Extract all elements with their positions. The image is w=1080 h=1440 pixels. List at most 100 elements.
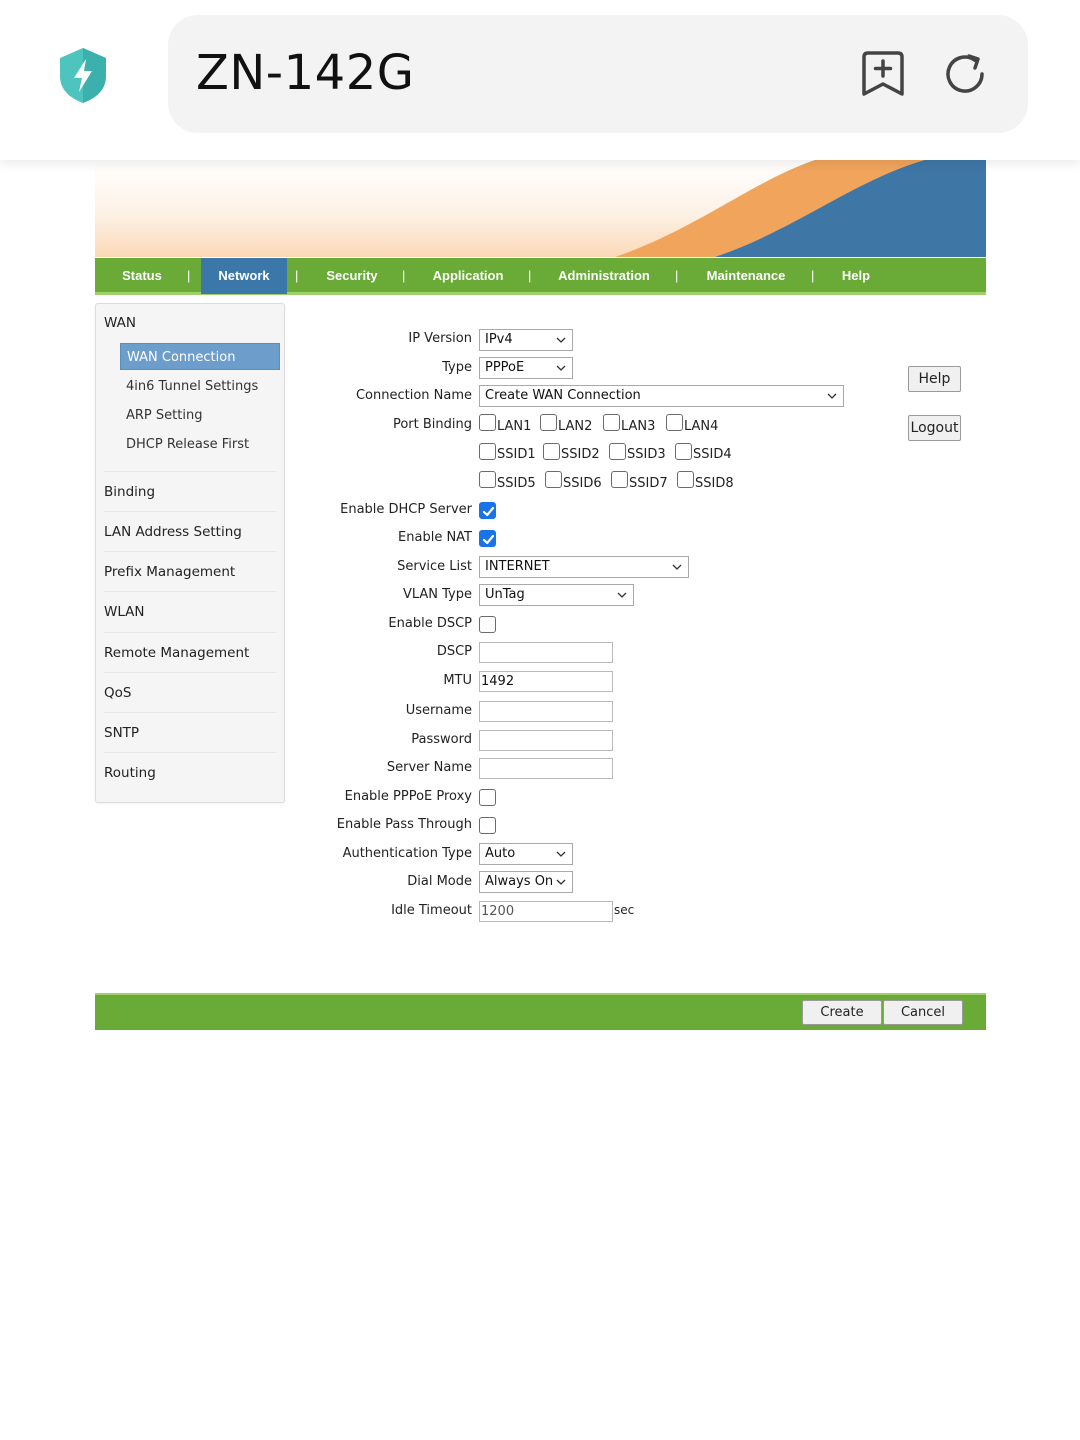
service-list-select[interactable]: INTERNET (479, 556, 689, 578)
enable-dhcp-server-checkbox[interactable] (479, 502, 496, 519)
port-lan3-label: LAN3 (621, 419, 656, 434)
port-ssid4-checkbox[interactable] (675, 443, 692, 460)
connection-name-value: Create WAN Connection (485, 388, 641, 403)
bookmark-add-icon[interactable] (860, 49, 906, 99)
checkmark-icon (482, 534, 495, 545)
nav-help[interactable]: Help (835, 258, 877, 294)
sidebar-divider (104, 471, 276, 472)
idle-timeout-label: Idle Timeout (391, 903, 472, 918)
sidebar-divider (104, 752, 276, 753)
port-ssid7-label: SSID7 (629, 476, 668, 491)
port-ssid4-label: SSID4 (693, 447, 732, 462)
auth-type-select[interactable]: Auto (479, 843, 573, 865)
sidebar: WAN WAN Connection 4in6 Tunnel Settings … (95, 303, 285, 803)
browser-toolbar: ZN-142G (0, 0, 1080, 160)
port-ssid8-checkbox[interactable] (677, 471, 694, 488)
enable-nat-label: Enable NAT (398, 530, 472, 545)
password-input[interactable] (479, 730, 613, 751)
ip-version-value: IPv4 (485, 332, 513, 347)
dial-mode-select[interactable]: Always On (479, 871, 573, 893)
port-ssid3-checkbox[interactable] (609, 443, 626, 460)
dial-mode-value: Always On (485, 874, 554, 889)
sidebar-qos[interactable]: QoS (104, 685, 131, 701)
sidebar-item-4in6-tunnel[interactable]: 4in6 Tunnel Settings (126, 379, 258, 394)
sidebar-sntp[interactable]: SNTP (104, 725, 139, 741)
enable-pass-through-label: Enable Pass Through (336, 817, 472, 832)
router-banner (95, 160, 986, 257)
help-button[interactable]: Help (908, 366, 961, 392)
type-select[interactable]: PPPoE (479, 357, 573, 379)
idle-timeout-input[interactable]: 1200 (479, 901, 613, 922)
port-ssid6-checkbox[interactable] (545, 471, 562, 488)
port-ssid8-label: SSID8 (695, 476, 734, 491)
sidebar-wlan[interactable]: WLAN (104, 604, 145, 620)
sidebar-routing[interactable]: Routing (104, 765, 156, 781)
mtu-input[interactable]: 1492 (479, 671, 613, 692)
sidebar-divider (104, 511, 276, 512)
port-lan1-checkbox[interactable] (479, 414, 496, 431)
url-title[interactable]: ZN-142G (196, 45, 414, 101)
sidebar-remote-management[interactable]: Remote Management (104, 645, 249, 661)
port-lan3-checkbox[interactable] (603, 414, 620, 431)
sidebar-item-arp-setting[interactable]: ARP Setting (126, 408, 202, 423)
port-lan2-label: LAN2 (558, 419, 593, 434)
nav-maintenance[interactable]: Maintenance (699, 258, 793, 294)
sidebar-divider (104, 551, 276, 552)
nav-application[interactable]: Application (425, 258, 511, 294)
chevron-down-icon (556, 851, 566, 857)
nav-separator: | (187, 268, 191, 283)
password-label: Password (411, 732, 472, 747)
cancel-button[interactable]: Cancel (883, 1000, 963, 1025)
ip-version-label: IP Version (408, 331, 472, 346)
connection-name-select[interactable]: Create WAN Connection (479, 385, 844, 407)
nav-network[interactable]: Network (201, 258, 287, 294)
reload-icon[interactable] (942, 51, 988, 97)
idle-timeout-unit: sec (614, 903, 635, 917)
enable-pass-through-checkbox[interactable] (479, 817, 496, 834)
sidebar-prefix-management[interactable]: Prefix Management (104, 564, 235, 580)
enable-nat-checkbox[interactable] (479, 530, 496, 547)
ip-version-select[interactable]: IPv4 (479, 329, 573, 351)
sidebar-lan-address-setting[interactable]: LAN Address Setting (104, 524, 242, 540)
sidebar-binding[interactable]: Binding (104, 484, 155, 500)
enable-dscp-label: Enable DSCP (388, 616, 472, 631)
username-input[interactable] (479, 701, 613, 722)
port-ssid2-checkbox[interactable] (543, 443, 560, 460)
nav-separator: | (402, 268, 406, 283)
port-ssid5-checkbox[interactable] (479, 471, 496, 488)
chevron-down-icon (556, 337, 566, 343)
dscp-input[interactable] (479, 642, 613, 663)
vlan-type-label: VLAN Type (402, 587, 472, 602)
type-label: Type (442, 360, 472, 375)
create-button[interactable]: Create (802, 1000, 882, 1025)
chevron-down-icon (556, 365, 566, 371)
port-ssid3-label: SSID3 (627, 447, 666, 462)
nav-status[interactable]: Status (107, 258, 177, 294)
enable-dscp-checkbox[interactable] (479, 616, 496, 633)
sidebar-divider (104, 672, 276, 673)
port-lan4-checkbox[interactable] (666, 414, 683, 431)
port-lan2-checkbox[interactable] (540, 414, 557, 431)
sidebar-wan[interactable]: WAN (104, 315, 136, 331)
dscp-label: DSCP (436, 644, 472, 659)
server-name-label: Server Name (386, 760, 472, 775)
port-ssid7-checkbox[interactable] (611, 471, 628, 488)
address-bar[interactable]: ZN-142G (168, 15, 1028, 133)
port-ssid2-label: SSID2 (561, 447, 600, 462)
logout-button[interactable]: Logout (908, 415, 961, 441)
vlan-type-select[interactable]: UnTag (479, 584, 634, 606)
server-name-input[interactable] (479, 758, 613, 779)
chevron-down-icon (556, 879, 566, 885)
enable-pppoe-proxy-checkbox[interactable] (479, 789, 496, 806)
sidebar-item-wan-connection[interactable]: WAN Connection (120, 343, 280, 370)
nav-separator: | (295, 268, 299, 283)
chevron-down-icon (617, 592, 627, 598)
nav-security[interactable]: Security (317, 258, 387, 294)
port-ssid1-checkbox[interactable] (479, 443, 496, 460)
nav-administration[interactable]: Administration (551, 258, 657, 294)
port-ssid5-label: SSID5 (497, 476, 536, 491)
connection-name-label: Connection Name (355, 388, 472, 403)
shield-bolt-icon[interactable] (56, 46, 110, 104)
sidebar-item-dhcp-release-first[interactable]: DHCP Release First (126, 437, 249, 452)
auth-type-label: Authentication Type (342, 846, 472, 861)
